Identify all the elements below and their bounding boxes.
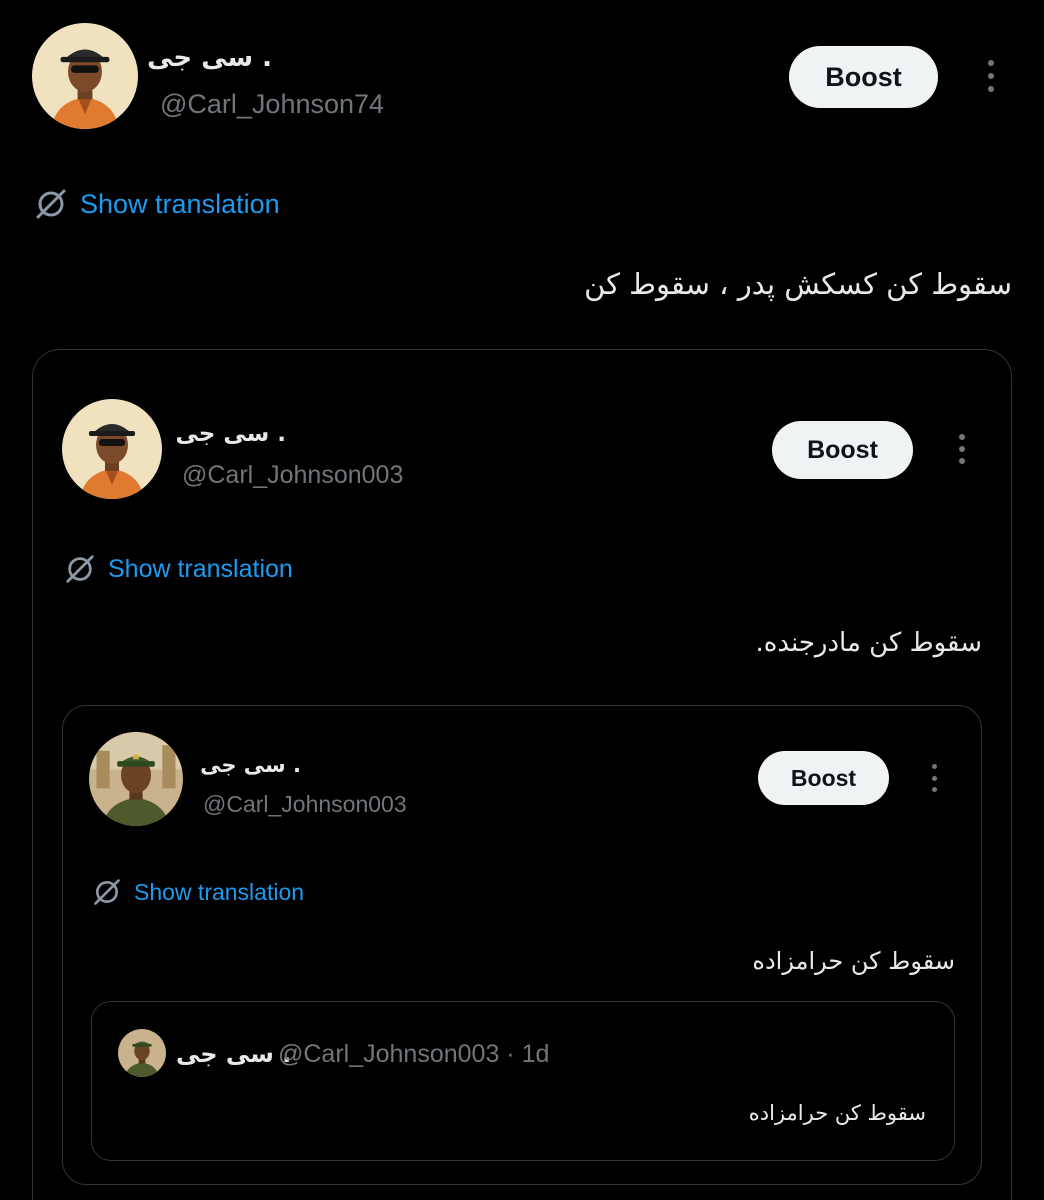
username-handle[interactable]: @Carl_Johnson003 — [203, 790, 407, 818]
avatar-image — [89, 732, 183, 826]
username-handle[interactable]: @Carl_Johnson74 — [160, 88, 384, 120]
show-translation-label: Show translation — [80, 188, 280, 219]
show-translation-link[interactable]: Show translation — [92, 876, 304, 908]
quoted-post[interactable]: سی جی . @Carl_Johnson003 Boost Show tran… — [32, 349, 1012, 1200]
more-options-icon[interactable] — [930, 764, 938, 792]
avatar[interactable] — [118, 1029, 166, 1077]
avatar-image — [62, 399, 162, 499]
display-name[interactable]: سی جی . — [147, 42, 272, 74]
username-handle[interactable]: @Carl_Johnson003 · 1d — [278, 1039, 549, 1069]
show-translation-label: Show translation — [108, 554, 293, 583]
translate-icon — [94, 879, 120, 905]
avatar[interactable] — [32, 23, 138, 129]
username-handle[interactable]: @Carl_Johnson003 — [182, 460, 403, 490]
quoted-post[interactable]: سی جی . @Carl_Johnson003 Boost Show tran… — [62, 705, 982, 1185]
more-options-icon[interactable] — [958, 434, 966, 464]
avatar[interactable] — [89, 732, 183, 826]
post-text: سقوط کن حرامزاده — [752, 947, 955, 975]
show-translation-link[interactable]: Show translation — [64, 552, 293, 586]
avatar-image — [32, 23, 138, 129]
post-text: سقوط کن کسکش پدر ، سقوط کن — [584, 267, 1012, 301]
display-name[interactable]: سی جی . — [176, 1039, 291, 1069]
display-name[interactable]: سی جی . — [200, 752, 301, 778]
avatar[interactable] — [62, 399, 162, 499]
avatar-image — [118, 1029, 166, 1077]
boost-button[interactable]: Boost — [789, 46, 938, 108]
post-text: سقوط کن حرامزاده — [748, 1101, 926, 1125]
show-translation-link[interactable]: Show translation — [34, 186, 280, 222]
post-text: سقوط کن مادرجنده. — [755, 628, 982, 658]
quoted-post[interactable]: سی جی . @Carl_Johnson003 · 1d سقوط کن حر… — [91, 1001, 955, 1161]
display-name[interactable]: سی جی . — [176, 420, 287, 448]
more-options-icon[interactable] — [987, 60, 995, 92]
boost-button[interactable]: Boost — [758, 751, 889, 805]
boost-button[interactable]: Boost — [772, 421, 913, 479]
show-translation-label: Show translation — [134, 878, 305, 905]
translate-icon — [66, 555, 94, 583]
translate-icon — [36, 189, 66, 219]
